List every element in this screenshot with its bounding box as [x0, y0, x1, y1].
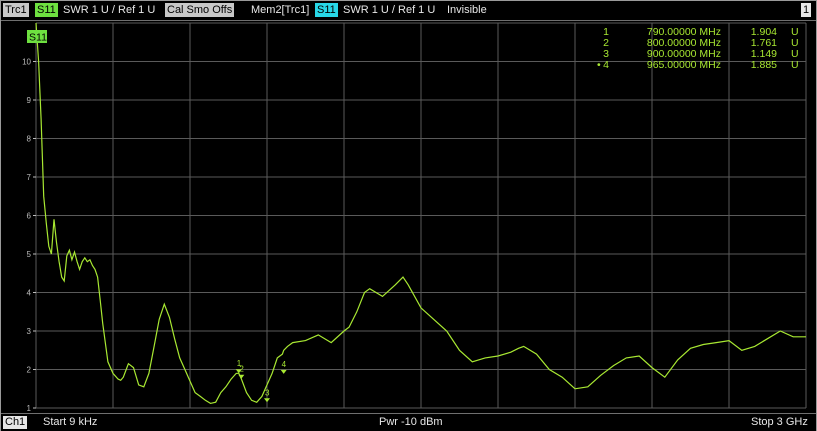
- y-tick-label: 9: [27, 96, 32, 105]
- trace-tag-group: S11: [27, 30, 47, 44]
- channel-footer: Ch1 Start 9 kHz Pwr -10 dBm Stop 3 GHz: [1, 413, 816, 431]
- mem-format-text[interactable]: SWR 1 U / Ref 1 U: [341, 3, 437, 17]
- marker-table: 1 790.00000 MHz 1.904 U2 800.00000 MHz 1.761 U…: [597, 26, 799, 71]
- marker-freq: 965.00000 MHz: [647, 59, 721, 71]
- power-setting[interactable]: Pwr -10 dBm: [379, 416, 443, 429]
- y-axis-ticks: 1 2 3 4 5 6 7 8 9 10: [22, 58, 36, 412]
- swr-chart: 12345678910 1234 S11 1 790.00000 MHz 1.904…: [22, 22, 807, 412]
- marker-unit: U: [791, 59, 799, 71]
- grid-lines: [35, 22, 807, 409]
- trace-label[interactable]: Trc1: [3, 3, 29, 17]
- y-tick-label: 8: [27, 135, 32, 144]
- marker-id: 4: [603, 59, 609, 71]
- y-tick-label: 3: [27, 327, 32, 336]
- marker-4-label: 4: [282, 360, 287, 369]
- y-tick-label: 5: [27, 250, 32, 259]
- format-text[interactable]: SWR 1 U / Ref 1 U: [61, 3, 157, 17]
- trace-tag: S11: [29, 32, 47, 44]
- marker-row-4: • 4 965.00000 MHz 1.885 U: [597, 59, 799, 71]
- y-tick-label: 6: [27, 212, 32, 221]
- marker-3-label: 3: [265, 388, 270, 397]
- markers: 1234: [235, 359, 287, 403]
- marker-value: 1.885: [751, 59, 777, 71]
- y-tick-label: 1: [27, 404, 32, 412]
- mem-param-label[interactable]: S11: [315, 3, 338, 17]
- diagram-area[interactable]: 1 2 3 4 5 6 7 8 9 10 1234 S11 1 790.00000 MHz 1.904…: [1, 21, 816, 412]
- trace-header: Trc1 S11 SWR 1 U / Ref 1 U Cal Smo Offs …: [1, 1, 816, 21]
- y-tick-label: 7: [27, 173, 32, 182]
- active-marker-dot: •: [597, 59, 601, 71]
- marker-3-symbol: [264, 398, 270, 403]
- y-tick-label: 10: [22, 58, 31, 67]
- y-tick-label: 2: [27, 366, 32, 375]
- cal-status-label[interactable]: Cal Smo Offs: [165, 3, 235, 17]
- channel-label[interactable]: Ch1: [3, 416, 28, 429]
- mem-state-text: Invisible: [447, 4, 487, 16]
- window-number[interactable]: 1: [801, 3, 812, 17]
- marker-4-symbol: [280, 369, 287, 374]
- marker-2-label: 2: [239, 365, 244, 374]
- start-frequency[interactable]: Start 9 kHz: [43, 416, 97, 429]
- vna-window: Trc1 S11 SWR 1 U / Ref 1 U Cal Smo Offs …: [0, 0, 817, 431]
- stop-frequency[interactable]: Stop 3 GHz: [751, 416, 808, 429]
- marker-2-symbol: [238, 374, 245, 379]
- mem-trace-label[interactable]: Mem2[Trc1]: [249, 3, 311, 17]
- y-tick-label: 4: [27, 289, 32, 298]
- param-label[interactable]: S11: [35, 3, 58, 17]
